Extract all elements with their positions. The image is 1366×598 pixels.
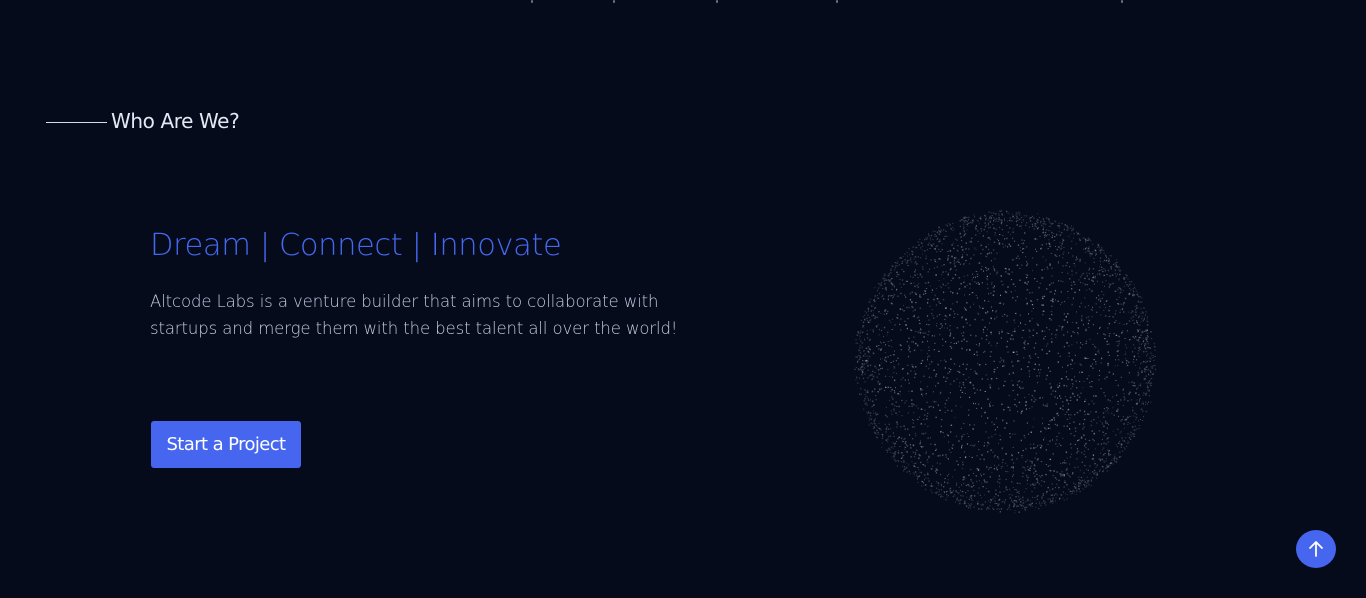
top-mark bbox=[531, 0, 533, 3]
scroll-to-top-button[interactable] bbox=[1296, 530, 1336, 568]
arrow-up-icon bbox=[1309, 541, 1323, 557]
top-mark bbox=[613, 0, 615, 3]
top-mark bbox=[1121, 0, 1123, 3]
heading-divider-line bbox=[46, 121, 107, 123]
hero-tagline: Dream | Connect | Innovate bbox=[150, 228, 562, 263]
top-mark bbox=[716, 0, 718, 3]
hero-description: Altcode Labs is a venture builder that a… bbox=[150, 292, 678, 338]
start-project-button[interactable]: Start a Project bbox=[151, 421, 301, 468]
top-edge-marks bbox=[0, 0, 1366, 6]
particle-sphere-graphic bbox=[854, 210, 1157, 514]
section-heading: Who Are We? bbox=[46, 106, 240, 136]
top-mark bbox=[836, 0, 838, 3]
section-title: Who Are We? bbox=[111, 109, 240, 133]
page: Who Are We? Dream | Connect | Innovate A… bbox=[0, 0, 1366, 598]
